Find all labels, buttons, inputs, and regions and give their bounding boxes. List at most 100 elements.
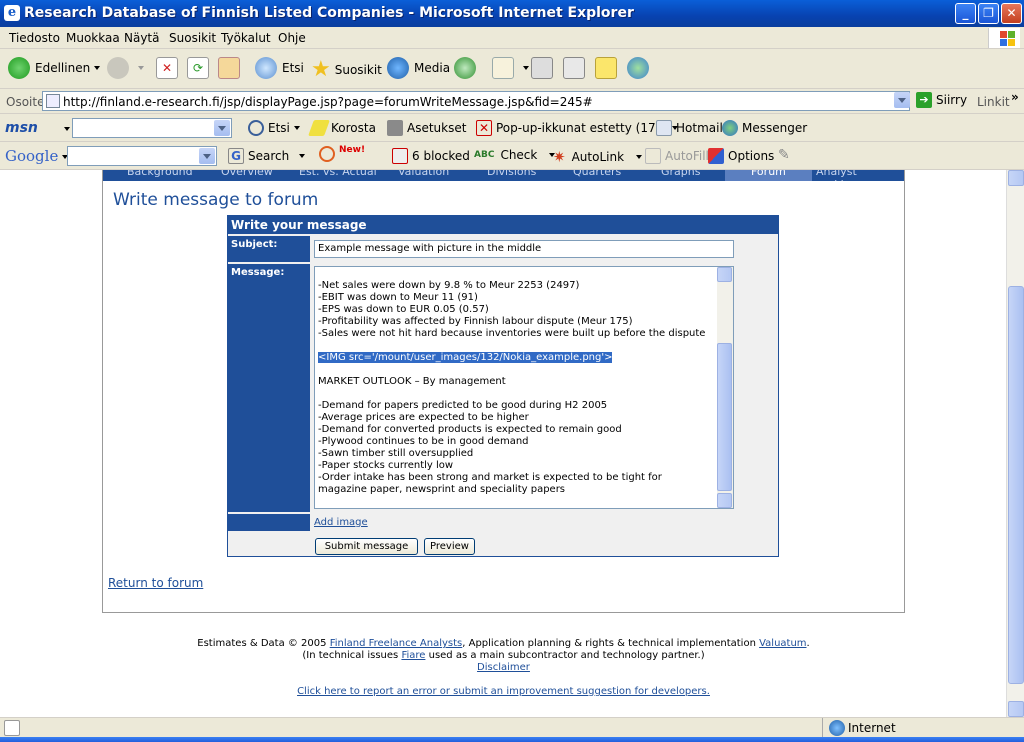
nav-valuation[interactable]: Valuation [398, 170, 449, 178]
scroll-down-icon[interactable] [717, 493, 732, 508]
menu-edit[interactable]: Muokkaa [66, 31, 120, 45]
address-input[interactable]: http://finland.e-research.fi/jsp/display… [42, 91, 910, 111]
popup-blocked-counter[interactable]: 6 blocked [392, 148, 470, 164]
history-icon [454, 57, 476, 79]
blocked-popup-icon [392, 148, 408, 164]
address-dropdown-icon[interactable] [894, 92, 910, 108]
messenger-button[interactable]: Messenger [722, 120, 807, 136]
report-error-link[interactable]: Click here to report an error or submit … [297, 686, 710, 697]
add-image-link[interactable]: Add image [314, 517, 368, 528]
nav-est-vs-actual[interactable]: Est. vs. Actual [299, 170, 377, 178]
google-toolbar: Google G Search New! 6 blocked ABC Check… [0, 142, 1024, 307]
page-scroll-thumb[interactable] [1008, 286, 1024, 684]
options-button[interactable]: Options [708, 148, 774, 164]
content-frame: Background Overview Est. vs. Actual Valu… [102, 170, 905, 613]
footer-copyright: Estimates & Data © 2005 Finland Freelanc… [197, 638, 810, 649]
settings-button[interactable]: Asetukset [387, 120, 466, 136]
forward-button[interactable] [107, 57, 144, 79]
messenger-toolbar-button[interactable] [627, 57, 654, 79]
scroll-thumb[interactable] [717, 343, 732, 491]
fiare-link[interactable]: Fiare [401, 650, 425, 661]
window-title: Research Database of Finnish Listed Comp… [24, 5, 634, 21]
popup-blocked-icon: ✕ [476, 120, 492, 136]
favorites-button[interactable]: ★ Suosikit [311, 57, 382, 82]
search-button[interactable]: Etsi [255, 57, 304, 79]
spell-check-button[interactable]: ABC Check [474, 148, 556, 162]
msn-search-button[interactable]: Etsi [248, 120, 300, 136]
address-url: http://finland.e-research.fi/jsp/display… [63, 95, 593, 109]
links-button[interactable]: Linkit [977, 95, 1010, 109]
internet-zone-icon [829, 720, 845, 736]
close-button[interactable]: ✕ [1001, 3, 1022, 24]
home-button[interactable] [218, 57, 245, 79]
submit-message-button[interactable]: Submit message [315, 538, 418, 555]
highlighter-icon [308, 120, 330, 136]
menu-tools[interactable]: Työkalut [221, 31, 271, 45]
chevron-down-icon[interactable] [214, 120, 230, 136]
chevron-right-icon[interactable]: » [1011, 90, 1019, 104]
scroll-up-icon[interactable] [1008, 170, 1024, 186]
page-scrollbar[interactable] [1006, 170, 1024, 717]
menu-view[interactable]: Näytä [124, 31, 160, 45]
msn-logo[interactable]: msn [5, 120, 38, 136]
nav-overview[interactable]: Overview [221, 170, 273, 178]
google-news-button[interactable]: New! [319, 145, 365, 162]
scroll-up-icon[interactable] [717, 267, 732, 282]
hotmail-button[interactable]: Hotmail [656, 120, 723, 136]
google-search-button[interactable]: G Search [228, 148, 306, 164]
history-button[interactable] [454, 57, 481, 79]
message-textarea[interactable]: -Net sales were down by 9.8 % to Meur 22… [314, 266, 734, 509]
disclaimer-link[interactable]: Disclaimer [477, 662, 530, 673]
subject-input[interactable]: Example message with picture in the midd… [314, 240, 734, 258]
envelope-icon [656, 120, 672, 136]
scroll-down-icon[interactable] [1008, 701, 1024, 717]
maximize-button[interactable]: ❐ [978, 3, 999, 24]
menu-file[interactable]: Tiedosto [9, 31, 60, 45]
go-button[interactable]: ➔ Siirry [916, 92, 967, 108]
ie-icon: e [4, 5, 20, 21]
pencil-icon[interactable]: ✎ [778, 147, 790, 163]
refresh-button[interactable]: ⟳ [187, 57, 214, 79]
message-line: -EBIT was down to Meur 11 (91) [318, 292, 478, 303]
mail-icon [492, 57, 514, 79]
message-line: -Average prices are expected to be highe… [318, 412, 529, 423]
magnifier-icon [248, 120, 264, 136]
taskbar [0, 737, 1024, 742]
return-to-forum-link[interactable]: Return to forum [108, 576, 203, 590]
menu-favorites[interactable]: Suosikit [169, 31, 216, 45]
home-icon [218, 57, 240, 79]
nav-divisions[interactable]: Divisions [487, 170, 536, 178]
windows-logo-icon [988, 28, 1020, 48]
nav-forum[interactable]: Forum [751, 170, 786, 178]
print-button[interactable] [531, 57, 558, 79]
edit-button[interactable] [563, 57, 590, 79]
nav-graphs[interactable]: Graphs [661, 170, 700, 178]
news-swirl-icon [319, 146, 335, 162]
google-search-input[interactable] [67, 146, 217, 166]
spellcheck-icon: ABC [474, 150, 495, 160]
highlight-button[interactable]: Korosta [308, 120, 376, 136]
footer: Estimates & Data © 2005 Finland Freelanc… [102, 638, 905, 698]
google-logo[interactable]: Google [5, 147, 58, 165]
media-button[interactable]: Media [387, 57, 450, 79]
autolink-button[interactable]: ✷ AutoLink [553, 148, 643, 166]
chevron-down-icon[interactable] [199, 148, 215, 164]
preview-button[interactable]: Preview [424, 538, 475, 555]
message-line: <IMG src='/mount/user_images/132/Nokia_e… [318, 352, 613, 363]
minimize-button[interactable]: _ [955, 3, 976, 24]
nav-background[interactable]: Background [127, 170, 193, 178]
popup-blocker-button[interactable]: ✕ Pop-up-ikkunat estetty (17) [476, 120, 679, 136]
menu-help[interactable]: Ohje [278, 31, 306, 45]
back-button[interactable]: Edellinen [8, 57, 101, 79]
site-nav: Background Overview Est. vs. Actual Valu… [103, 170, 904, 181]
ffa-link[interactable]: Finland Freelance Analysts [330, 638, 463, 649]
msn-search-input[interactable] [72, 118, 232, 138]
autofill-button[interactable]: AutoFill [645, 148, 709, 164]
message-scrollbar[interactable] [717, 267, 733, 508]
nav-analyst-rankings[interactable]: Analyst rankings [816, 170, 904, 181]
valuatum-link[interactable]: Valuatum [759, 638, 806, 649]
stop-button[interactable]: ✕ [156, 57, 183, 79]
discuss-button[interactable] [595, 57, 622, 79]
nav-quarters[interactable]: Quarters [573, 170, 621, 178]
mail-button[interactable] [492, 57, 529, 79]
